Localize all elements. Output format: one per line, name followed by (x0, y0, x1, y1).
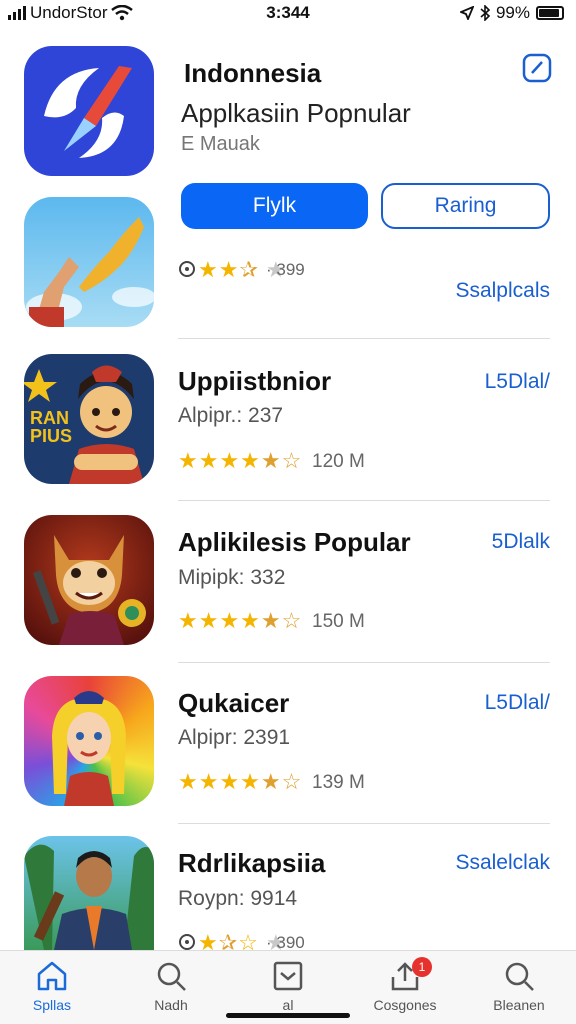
tab-search[interactable]: Nadh (116, 959, 226, 1013)
search-icon (157, 962, 186, 991)
divider (178, 662, 550, 663)
app-icon-1[interactable]: RAN PIUS (24, 354, 154, 484)
divider (178, 823, 550, 824)
app-icon-4[interactable] (24, 836, 154, 950)
featured-title: Indonnesia (184, 58, 322, 88)
notification-badge: 1 (412, 957, 432, 977)
app-title[interactable]: Qukaicer (178, 688, 289, 719)
tab-label: Nadh (154, 997, 188, 1013)
bluetooth-icon (480, 5, 490, 21)
status-bar: UndorStor 3:344 99% (0, 0, 576, 28)
map-app-icon[interactable] (24, 197, 154, 327)
featured-meta: E Mauak (181, 133, 260, 155)
home-icon (37, 961, 67, 991)
status-right-group: 99% (459, 3, 564, 23)
app-price[interactable]: 5Dlalk (492, 530, 550, 554)
app-download-count: 139 M (312, 772, 365, 793)
app-stars: ★★★★★☆ (178, 608, 303, 633)
tab-label: Spllas (32, 997, 72, 1013)
svg-text:RAN: RAN (30, 408, 69, 428)
app-title[interactable]: Aplikilesis Popular (178, 527, 411, 558)
app-price[interactable]: L5Dlal/ (485, 370, 550, 394)
app-title[interactable]: Uppiistbnior (178, 366, 331, 397)
app-icon-2[interactable] (24, 515, 154, 645)
featured-rating-count: · 399 (266, 260, 305, 279)
app-icon-3[interactable] (24, 676, 154, 806)
app-price[interactable]: L5Dlal/ (485, 691, 550, 715)
battery-icon (536, 6, 564, 20)
location-arrow-icon (459, 6, 474, 20)
rating-button[interactable]: Raring (381, 183, 550, 229)
divider (178, 500, 550, 501)
app-download-count: 120 M (312, 451, 365, 472)
app-download-count: 150 M (312, 611, 365, 632)
featured-app-icon[interactable] (24, 46, 154, 176)
tab-updates[interactable]: 1 Cosgones (350, 957, 460, 1013)
app-subtitle: Roypn: 9914 (178, 887, 298, 910)
app-stars: ★★★★★☆ (178, 448, 303, 473)
app-stars: ★★★★★☆ (178, 769, 303, 794)
refresh-icon (179, 934, 195, 950)
inbox-icon (273, 961, 303, 991)
tab-label: al (282, 997, 294, 1013)
tab-label: Bleanen (493, 997, 545, 1013)
app-subtitle: Alpipr.: 237 (178, 404, 284, 427)
app-title[interactable]: Rdrlikapsiia (178, 848, 325, 879)
search-icon (505, 962, 534, 991)
tab-inbox[interactable]: al (233, 959, 343, 1013)
featured-link[interactable]: Ssalplcals (455, 279, 550, 303)
battery-percent: 99% (495, 3, 530, 22)
divider (178, 338, 550, 339)
svg-text:PIUS: PIUS (30, 426, 72, 446)
edit-icon[interactable] (522, 53, 552, 83)
app-price[interactable]: Ssalelclak (455, 851, 550, 875)
refresh-icon (179, 261, 195, 277)
featured-subtitle: Applkasiin Popnular (181, 98, 411, 128)
tab-label: Cosgones (373, 997, 437, 1013)
get-button[interactable]: Flylk (181, 183, 368, 229)
tab-home[interactable]: Spllas (0, 959, 107, 1013)
tab-search-2[interactable]: Bleanen (464, 959, 574, 1013)
app-subtitle: Alpipr: 2391 (178, 726, 291, 749)
home-indicator (226, 1013, 350, 1018)
app-subtitle: Mipipk: 332 (178, 566, 286, 589)
